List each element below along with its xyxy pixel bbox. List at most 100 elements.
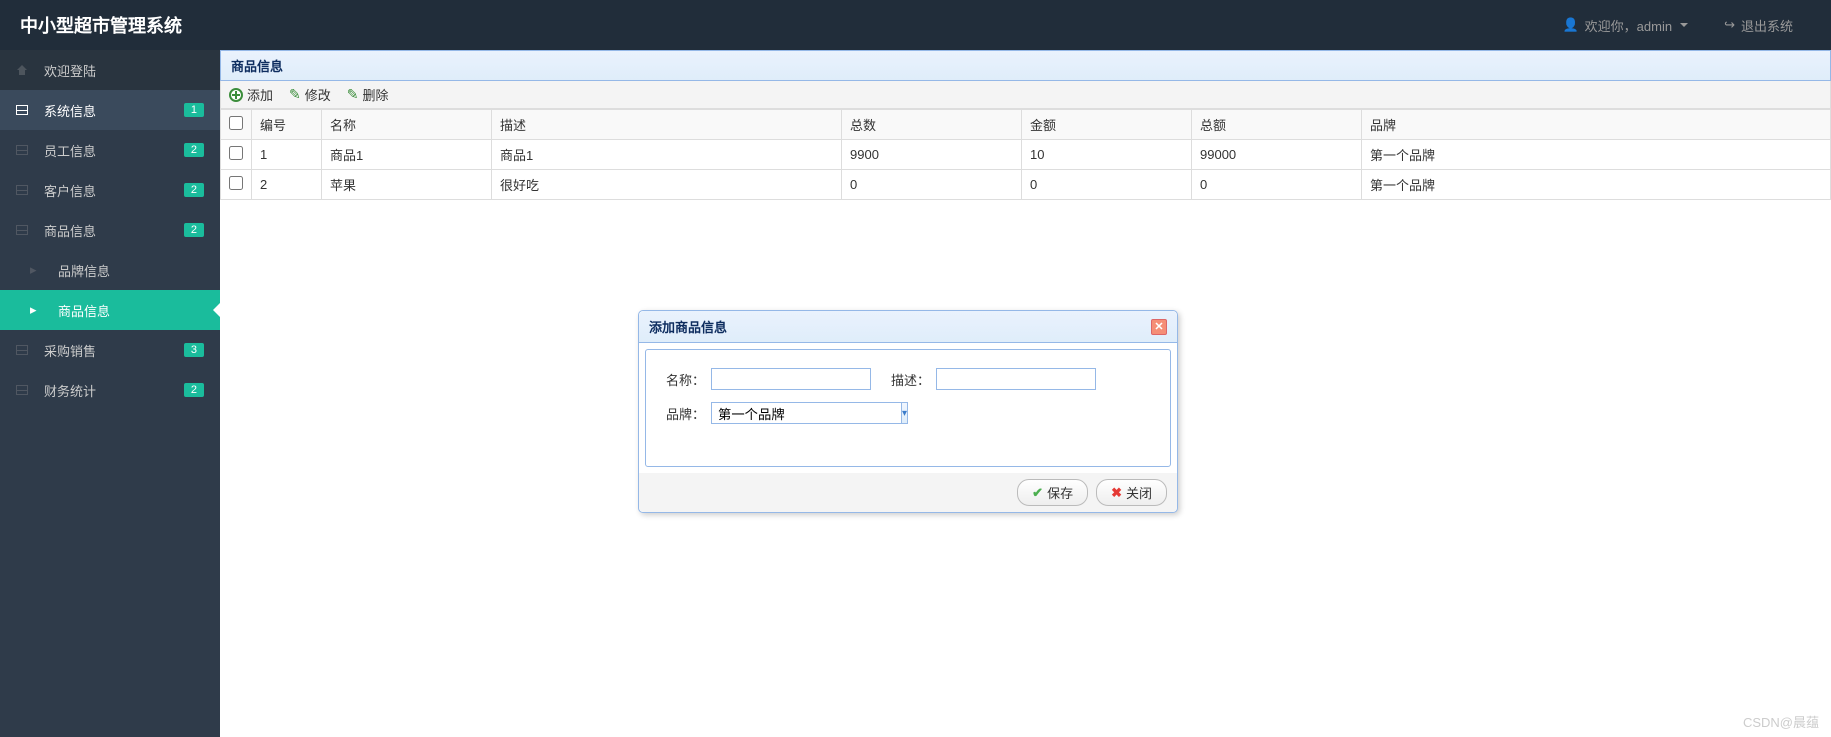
desc-input[interactable] [936,368,1096,390]
user-menu[interactable]: 👤 欢迎你，admin [1544,0,1706,50]
close-button[interactable]: ✖ 关闭 [1096,479,1167,506]
cell-id: 2 [252,170,322,200]
edit-button[interactable]: ✎ 修改 [289,85,331,104]
product-table: 编号 名称 描述 总数 金额 总额 品牌 1商品1商品199001099000第… [220,109,1831,200]
cell-amount: 10 [1022,140,1192,170]
grid-icon [16,223,32,238]
sidebar-label: 系统信息 [44,101,184,120]
sidebar-sub-brand[interactable]: ▸ 品牌信息 [0,250,220,290]
logout-text: 退出系统 [1741,16,1793,35]
save-button[interactable]: ✔ 保存 [1017,479,1088,506]
sidebar-label: 员工信息 [44,141,184,160]
sidebar-item-employee[interactable]: 员工信息 2 [0,130,220,170]
badge: 2 [184,383,204,397]
grid-icon [16,183,32,198]
sidebar-sub-label: 商品信息 [58,301,204,320]
add-product-dialog: 添加商品信息 ✕ 名称： 描述： 品牌： ▾ [638,310,1178,513]
name-label: 名称： [666,370,705,389]
plus-icon [229,88,243,102]
badge: 2 [184,223,204,237]
row-checkbox[interactable] [229,176,243,190]
col-amount: 金额 [1022,110,1192,140]
sidebar-label: 财务统计 [44,381,184,400]
sidebar-item-customer[interactable]: 客户信息 2 [0,170,220,210]
toolbar: 添加 ✎ 修改 ✎ 删除 [220,81,1831,109]
select-all-cell [221,110,252,140]
close-icon[interactable]: ✕ [1151,319,1167,335]
add-button[interactable]: 添加 [229,85,273,104]
edit-label: 修改 [305,85,331,104]
grid-icon [16,103,32,118]
add-label: 添加 [247,85,273,104]
sidebar-sub-label: 品牌信息 [58,261,204,280]
pencil-icon: ✎ [347,86,359,103]
name-input[interactable] [711,368,871,390]
sidebar-item-product[interactable]: 商品信息 2 [0,210,220,250]
select-all-checkbox[interactable] [229,116,243,130]
home-icon [16,63,32,78]
caret-right-icon: ▸ [30,262,46,278]
sidebar-label: 商品信息 [44,221,184,240]
cell-sumtotal: 99000 [1192,140,1362,170]
cell-name: 商品1 [322,140,492,170]
desc-label: 描述： [891,370,930,389]
badge: 3 [184,343,204,357]
user-icon: 👤 [1562,17,1578,33]
brand-select[interactable]: ▾ [711,402,871,424]
col-id: 编号 [252,110,322,140]
caret-right-icon: ▸ [30,302,46,318]
sidebar-item-system[interactable]: 系统信息 1 [0,90,220,130]
sidebar-item-purchase[interactable]: 采购销售 3 [0,330,220,370]
delete-button[interactable]: ✎ 删除 [347,85,389,104]
sidebar-label: 采购销售 [44,341,184,360]
table-header-row: 编号 名称 描述 总数 金额 总额 品牌 [221,110,1831,140]
logout-button[interactable]: ↪ 退出系统 [1706,0,1811,50]
welcome-text: 欢迎你，admin [1585,16,1672,35]
sidebar-home[interactable]: 欢迎登陆 [0,50,220,90]
cell-sumtotal: 0 [1192,170,1362,200]
cell-total: 9900 [842,140,1022,170]
row-checkbox[interactable] [229,146,243,160]
sidebar-sub-product[interactable]: ▸ 商品信息 [0,290,220,330]
cell-amount: 0 [1022,170,1192,200]
sidebar-item-finance[interactable]: 财务统计 2 [0,370,220,410]
table-row[interactable]: 1商品1商品199001099000第一个品牌 [221,140,1831,170]
watermark: CSDN@晨蕴 [1743,712,1819,731]
delete-label: 删除 [363,85,389,104]
top-header: 中小型超市管理系统 👤 欢迎你，admin ↪ 退出系统 [0,0,1831,50]
check-icon: ✔ [1032,485,1043,501]
cell-id: 1 [252,140,322,170]
dialog-body: 名称： 描述： 品牌： ▾ [645,349,1171,467]
cell-desc: 很好吃 [492,170,842,200]
cell-brand: 第一个品牌 [1362,140,1831,170]
dialog-titlebar[interactable]: 添加商品信息 ✕ [639,311,1177,343]
x-icon: ✖ [1111,485,1122,501]
grid-icon [16,383,32,398]
cell-desc: 商品1 [492,140,842,170]
sidebar-label: 客户信息 [44,181,184,200]
badge: 1 [184,103,204,117]
badge: 2 [184,183,204,197]
sidebar: 欢迎登陆 系统信息 1 员工信息 2 客户信息 2 商品信息 2 ▸ 品牌信息 … [0,50,220,737]
save-label: 保存 [1047,483,1073,502]
col-sumtotal: 总额 [1192,110,1362,140]
panel-title: 商品信息 [220,50,1831,81]
grid-icon [16,343,32,358]
table-row[interactable]: 2苹果很好吃000第一个品牌 [221,170,1831,200]
cell-total: 0 [842,170,1022,200]
close-label: 关闭 [1126,483,1152,502]
sidebar-home-label: 欢迎登陆 [44,61,204,80]
cell-brand: 第一个品牌 [1362,170,1831,200]
col-brand: 品牌 [1362,110,1831,140]
grid-icon [16,143,32,158]
chevron-down-icon [1680,23,1688,27]
header-right: 👤 欢迎你，admin ↪ 退出系统 [1544,0,1811,50]
brand-label: 品牌： [666,404,705,423]
logout-icon: ↪ [1724,17,1735,33]
chevron-down-icon[interactable]: ▾ [901,402,908,424]
col-name: 名称 [322,110,492,140]
dialog-footer: ✔ 保存 ✖ 关闭 [639,473,1177,512]
badge: 2 [184,143,204,157]
brand-value[interactable] [711,402,901,424]
dialog-title-text: 添加商品信息 [649,317,1151,336]
